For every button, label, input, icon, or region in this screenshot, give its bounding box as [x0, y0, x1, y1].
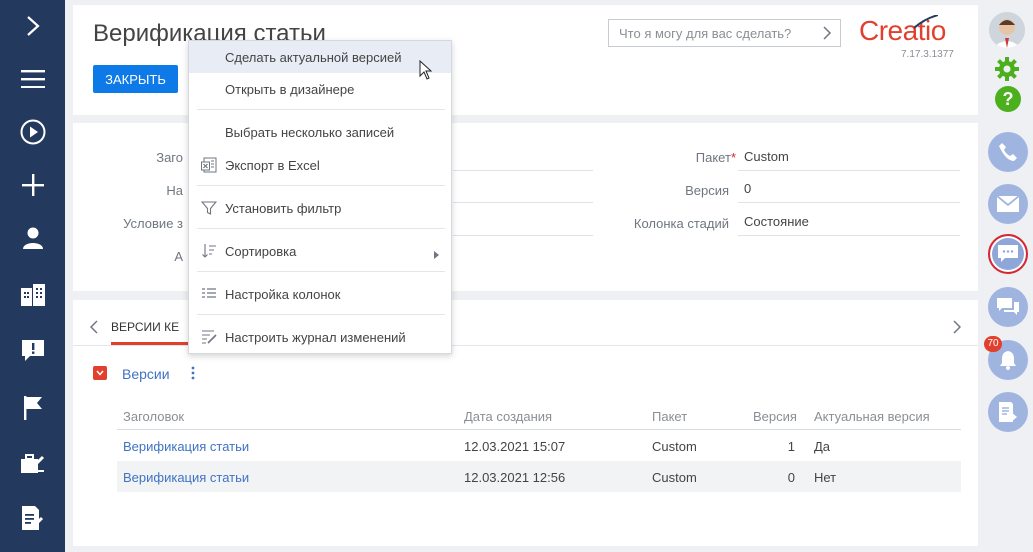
field-label-author: А	[174, 249, 183, 264]
menu-item-change-log[interactable]: Настроить журнал изменений	[189, 321, 451, 353]
feed-icon[interactable]	[988, 287, 1028, 327]
table-row[interactable]: Верификация статьи 12.03.2021 12:56 Cust…	[117, 461, 961, 492]
help-icon[interactable]: ?	[995, 86, 1021, 112]
filter-icon	[200, 200, 218, 219]
grid-header: Заголовок Дата создания Пакет Версия Акт…	[117, 400, 961, 430]
column-header-actual[interactable]: Актуальная версия	[814, 409, 930, 424]
menu-item-label: Открыть в дизайнере	[225, 81, 355, 97]
sort-icon	[201, 243, 217, 262]
field-label-version: Версия	[685, 183, 729, 198]
chat-icon[interactable]	[988, 234, 1028, 274]
detail-actions-menu: Сделать актуальной версией Открыть в диз…	[188, 40, 452, 354]
field-label-title: Заго	[156, 150, 183, 165]
menu-item-label: Экспорт в Excel	[225, 157, 320, 173]
row-title-link[interactable]: Верификация статьи	[123, 439, 249, 454]
row-version: 0	[787, 470, 795, 485]
tabs-scroll-left-icon[interactable]	[89, 320, 98, 337]
tasks-icon[interactable]	[0, 443, 65, 483]
version-label: 7.17.3.1377	[901, 49, 954, 60]
column-header-version[interactable]: Версия	[753, 409, 797, 424]
settings-gear-icon[interactable]	[994, 56, 1020, 85]
field-underline	[453, 170, 593, 171]
collapse-detail-icon[interactable]	[93, 366, 107, 380]
flag-icon[interactable]	[0, 388, 65, 428]
menu-divider	[197, 314, 445, 315]
add-icon[interactable]	[0, 165, 65, 205]
column-header-package[interactable]: Пакет	[652, 409, 687, 424]
field-underline	[738, 202, 960, 203]
detail-actions-icon[interactable]	[191, 366, 195, 383]
table-row[interactable]: Верификация статьи 12.03.2021 15:07 Cust…	[117, 430, 961, 461]
email-icon[interactable]	[988, 184, 1028, 224]
menu-divider	[197, 271, 445, 272]
accounts-icon[interactable]	[0, 275, 65, 315]
field-label-condition: Условие з	[123, 216, 183, 231]
excel-export-icon	[201, 157, 217, 176]
menu-icon[interactable]	[0, 59, 65, 99]
row-title-link[interactable]: Верификация статьи	[123, 470, 249, 485]
documents-icon[interactable]	[0, 498, 65, 538]
user-avatar[interactable]	[989, 12, 1025, 48]
field-underline	[738, 235, 960, 236]
menu-item-set-actual-version[interactable]: Сделать актуальной версией	[189, 41, 451, 73]
phone-icon[interactable]	[988, 132, 1028, 172]
column-header-title[interactable]: Заголовок	[123, 409, 184, 424]
row-package: Custom	[652, 470, 697, 485]
column-header-created[interactable]: Дата создания	[464, 409, 552, 424]
menu-item-label: Настройка колонок	[225, 286, 341, 302]
submenu-arrow-icon	[434, 247, 439, 262]
menu-item-label: Выбрать несколько записей	[225, 124, 395, 140]
field-label-package: Пакет*	[695, 150, 736, 165]
menu-item-sorting[interactable]: Сортировка	[189, 235, 451, 267]
mouse-cursor-icon	[419, 59, 433, 83]
menu-item-open-in-designer[interactable]: Открыть в дизайнере	[189, 73, 451, 105]
contacts-icon[interactable]	[0, 218, 65, 258]
menu-item-label: Установить фильтр	[225, 200, 342, 216]
menu-item-label: Сделать актуальной версией	[225, 49, 402, 65]
command-line-placeholder: Что я могу для вас сделать?	[619, 25, 792, 41]
row-actual: Нет	[814, 470, 837, 485]
versions-grid: Заголовок Дата создания Пакет Версия Акт…	[117, 400, 961, 492]
field-label-stage-column: Колонка стадий	[633, 216, 729, 231]
menu-divider	[197, 228, 445, 229]
field-value-stage-column[interactable]: Состояние	[744, 214, 809, 229]
tab-versions[interactable]: ВЕРСИИ КЕ	[111, 320, 179, 334]
field-underline	[453, 235, 593, 236]
field-value-version[interactable]: 0	[744, 181, 751, 196]
field-label-name: На	[166, 183, 183, 198]
tabs-scroll-right-icon[interactable]	[953, 320, 962, 337]
row-package: Custom	[652, 439, 697, 454]
process-play-icon[interactable]	[0, 112, 65, 152]
cases-icon[interactable]	[0, 331, 65, 371]
close-button[interactable]: ЗАКРЫТЬ	[93, 65, 178, 93]
detail-title[interactable]: Версии	[122, 366, 170, 382]
row-version: 1	[787, 439, 795, 454]
menu-item-export-excel[interactable]: Экспорт в Excel	[189, 149, 451, 181]
field-underline	[738, 170, 960, 171]
menu-divider	[197, 109, 445, 110]
logo-swoosh-icon	[913, 14, 939, 32]
left-sidebar	[0, 0, 65, 552]
chevron-right-icon[interactable]	[822, 25, 832, 44]
menu-item-label: Сортировка	[225, 243, 297, 259]
row-created: 12.03.2021 15:07	[464, 439, 566, 454]
menu-item-label: Настроить журнал изменений	[225, 329, 406, 345]
row-created: 12.03.2021 12:56	[464, 470, 566, 485]
expand-sidebar-icon[interactable]	[0, 6, 65, 46]
changelog-icon	[201, 329, 217, 348]
field-underline	[453, 202, 593, 203]
row-actual: Да	[814, 439, 831, 454]
field-value-package[interactable]: Custom	[744, 149, 789, 164]
notifications-count-badge: 70	[984, 336, 1002, 352]
process-log-icon[interactable]	[988, 392, 1028, 432]
menu-item-select-multiple[interactable]: Выбрать несколько записей	[189, 116, 451, 148]
columns-icon	[201, 286, 217, 305]
menu-item-set-filter[interactable]: Установить фильтр	[189, 192, 451, 224]
menu-item-column-settings[interactable]: Настройка колонок	[189, 278, 451, 310]
command-line-input[interactable]: Что я могу для вас сделать?	[608, 19, 841, 47]
menu-divider	[197, 185, 445, 186]
